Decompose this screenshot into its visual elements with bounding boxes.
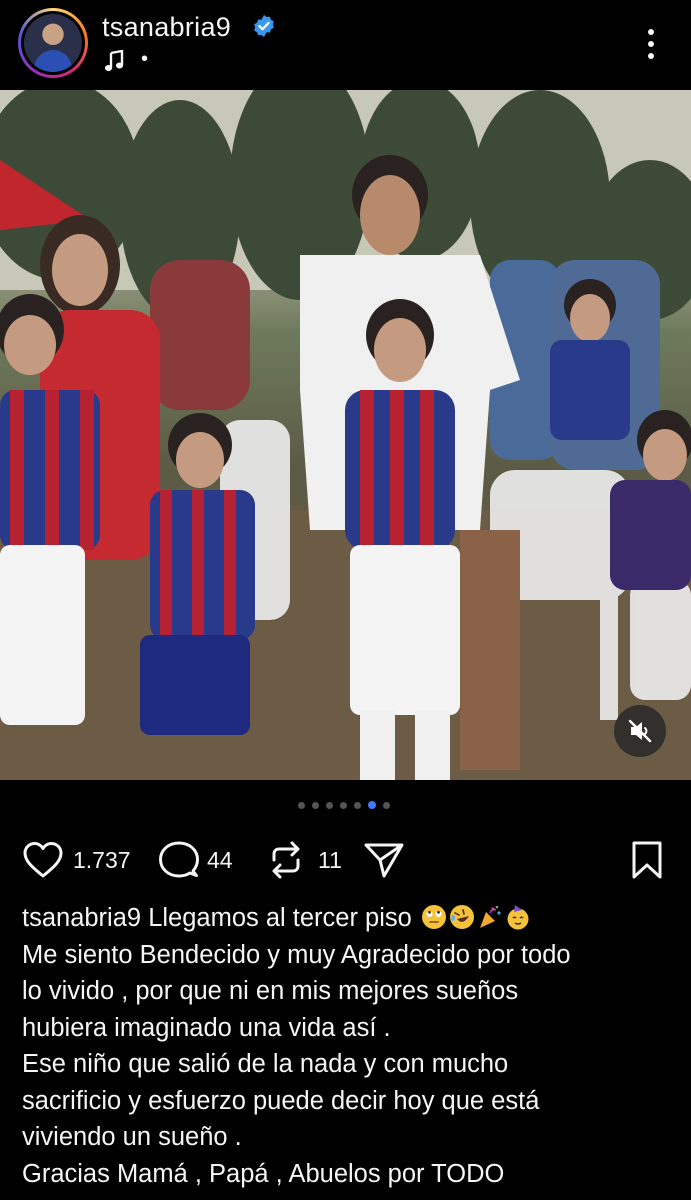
repost-icon[interactable]	[268, 840, 304, 880]
caption-line: sacrificio y esfuerzo puede decir hoy qu…	[22, 1086, 540, 1115]
caption-line: lo vivido , por que ni en mis mejores su…	[22, 977, 519, 1005]
caption-line: Me siento Bendecido y muy Agradecido por…	[22, 940, 571, 969]
mute-toggle-button[interactable]	[614, 705, 666, 757]
separator-dot: •	[141, 48, 149, 70]
caption-line: Gracias Mamá , Papá , Abuelos por TODO	[22, 1159, 505, 1188]
caption-line: hubiera imaginado una vida así .	[22, 1013, 391, 1042]
avatar	[24, 14, 82, 72]
caption-text: Llegamos al tercer piso	[148, 904, 412, 932]
post-username[interactable]: tsanabria9	[102, 12, 231, 43]
music-note-icon[interactable]	[104, 50, 124, 72]
comment-count[interactable]: 44	[207, 847, 233, 874]
share-icon[interactable]	[362, 840, 406, 880]
carousel-dot	[383, 802, 390, 809]
heart-icon[interactable]	[22, 840, 64, 880]
post-header: tsanabria9 •	[0, 0, 691, 90]
party-popper-emoji-icon	[479, 905, 501, 928]
carousel-indicator	[0, 796, 691, 816]
like-count[interactable]: 1.737	[73, 847, 131, 874]
photo-illustration	[0, 90, 691, 780]
post-photo[interactable]	[0, 90, 691, 780]
verified-badge-icon	[254, 15, 274, 37]
carousel-dot-active	[368, 801, 376, 809]
avatar-story-ring[interactable]	[18, 8, 88, 78]
carousel-dot	[354, 802, 361, 809]
rolling-laughing-emoji-icon	[449, 905, 474, 929]
carousel-dot	[312, 802, 319, 809]
caption-line: Ese niño que salió de la nada y con much…	[22, 1050, 509, 1078]
comment-icon[interactable]	[158, 840, 200, 880]
bookmark-icon[interactable]	[630, 840, 664, 880]
speaker-muted-icon	[628, 719, 652, 743]
partying-face-emoji-icon	[507, 905, 529, 930]
more-options-icon[interactable]	[640, 24, 662, 64]
carousel-dot	[298, 802, 305, 809]
caption-first-line: tsanabria9 Llegamos al tercer piso	[22, 900, 672, 937]
post-actions-bar: 1.737 44 11	[0, 830, 691, 890]
carousel-dot	[326, 802, 333, 809]
post-caption: tsanabria9 Llegamos al tercer piso Me si…	[22, 900, 672, 1192]
caption-username[interactable]: tsanabria9	[22, 904, 141, 932]
eye-roll-emoji-icon	[421, 905, 446, 929]
caption-line: viviendo un sueño .	[22, 1123, 242, 1151]
carousel-dot	[340, 802, 347, 809]
repost-count[interactable]: 11	[318, 847, 342, 874]
